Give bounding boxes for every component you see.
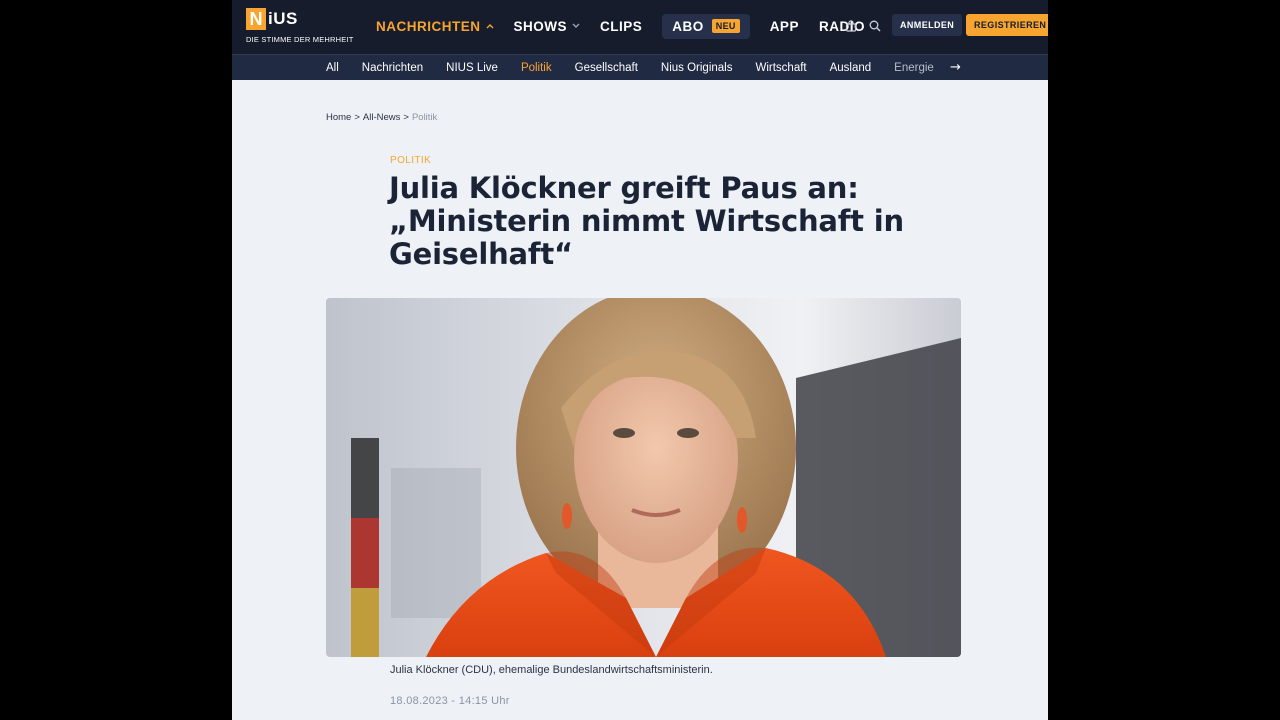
nav-clips[interactable]: CLIPS bbox=[600, 19, 642, 34]
category-nachrichten[interactable]: Nachrichten bbox=[362, 62, 423, 74]
nav-abo[interactable]: ABO NEU bbox=[662, 13, 750, 39]
new-badge: NEU bbox=[711, 19, 740, 33]
category-wirtschaft[interactable]: Wirtschaft bbox=[755, 62, 806, 74]
category-ausland[interactable]: Ausland bbox=[830, 62, 872, 74]
image-caption: Julia Klöckner (CDU), ehemalige Bundesla… bbox=[390, 664, 713, 676]
page-frame: N iUS DIE STIMME DER MEHRHEIT NACHRICHTE… bbox=[232, 0, 1048, 720]
main-nav: NACHRICHTEN SHOWS CLIPS ABO NEU APP RADI… bbox=[376, 12, 885, 40]
article-category[interactable]: POLITIK bbox=[390, 155, 431, 166]
breadcrumb-all-news[interactable]: All-News bbox=[363, 112, 400, 123]
nav-clips-label: CLIPS bbox=[600, 18, 643, 34]
category-nius-originals[interactable]: Nius Originals bbox=[661, 62, 733, 74]
search-icon[interactable] bbox=[868, 18, 882, 32]
publish-date: 18.08.2023 - 14:15 Uhr bbox=[390, 695, 510, 707]
register-button[interactable]: REGISTRIEREN bbox=[966, 14, 1048, 36]
logo-letter: N bbox=[246, 8, 266, 30]
nav-app[interactable]: APP bbox=[770, 19, 799, 34]
logo-mark: N iUS bbox=[246, 8, 354, 30]
breadcrumb-separator: > bbox=[403, 112, 409, 123]
nav-nachrichten[interactable]: NACHRICHTEN bbox=[376, 19, 494, 34]
nav-shows[interactable]: SHOWS bbox=[514, 19, 581, 34]
header-icons bbox=[844, 18, 892, 32]
category-politik[interactable]: Politik bbox=[521, 62, 552, 74]
nav-abo-label: ABO bbox=[672, 18, 704, 34]
arrow-right-icon[interactable]: → bbox=[950, 60, 961, 75]
logo-word: iUS bbox=[268, 9, 298, 28]
portrait-photo bbox=[326, 298, 961, 657]
category-nav-items: All Nachrichten NIUS Live Politik Gesell… bbox=[326, 55, 957, 81]
category-energie[interactable]: Energie bbox=[894, 62, 934, 74]
chevron-up-icon bbox=[486, 21, 494, 31]
category-nav: All Nachrichten NIUS Live Politik Gesell… bbox=[232, 54, 1048, 80]
breadcrumb-separator: > bbox=[354, 112, 360, 123]
breadcrumb-home[interactable]: Home bbox=[326, 112, 351, 123]
top-header: N iUS DIE STIMME DER MEHRHEIT NACHRICHTE… bbox=[232, 0, 1048, 54]
article-hero-image bbox=[326, 298, 961, 657]
category-nius-live[interactable]: NIUS Live bbox=[446, 62, 498, 74]
breadcrumb: Home > All-News > Politik bbox=[326, 112, 437, 123]
nav-nachrichten-label: NACHRICHTEN bbox=[376, 18, 481, 34]
breadcrumb-politik[interactable]: Politik bbox=[412, 112, 437, 123]
category-all[interactable]: All bbox=[326, 62, 339, 74]
nav-shows-label: SHOWS bbox=[513, 18, 568, 34]
nius-logo[interactable]: N iUS DIE STIMME DER MEHRHEIT bbox=[246, 8, 354, 44]
chevron-down-icon bbox=[572, 21, 580, 31]
shopping-bag-icon[interactable] bbox=[844, 18, 858, 32]
login-button[interactable]: ANMELDEN bbox=[892, 14, 963, 36]
category-gesellschaft[interactable]: Gesellschaft bbox=[575, 62, 638, 74]
logo-tagline: DIE STIMME DER MEHRHEIT bbox=[246, 35, 354, 44]
nav-app-label: APP bbox=[769, 18, 799, 34]
article-headline: Julia Klöckner greift Paus an: „Minister… bbox=[389, 171, 904, 271]
